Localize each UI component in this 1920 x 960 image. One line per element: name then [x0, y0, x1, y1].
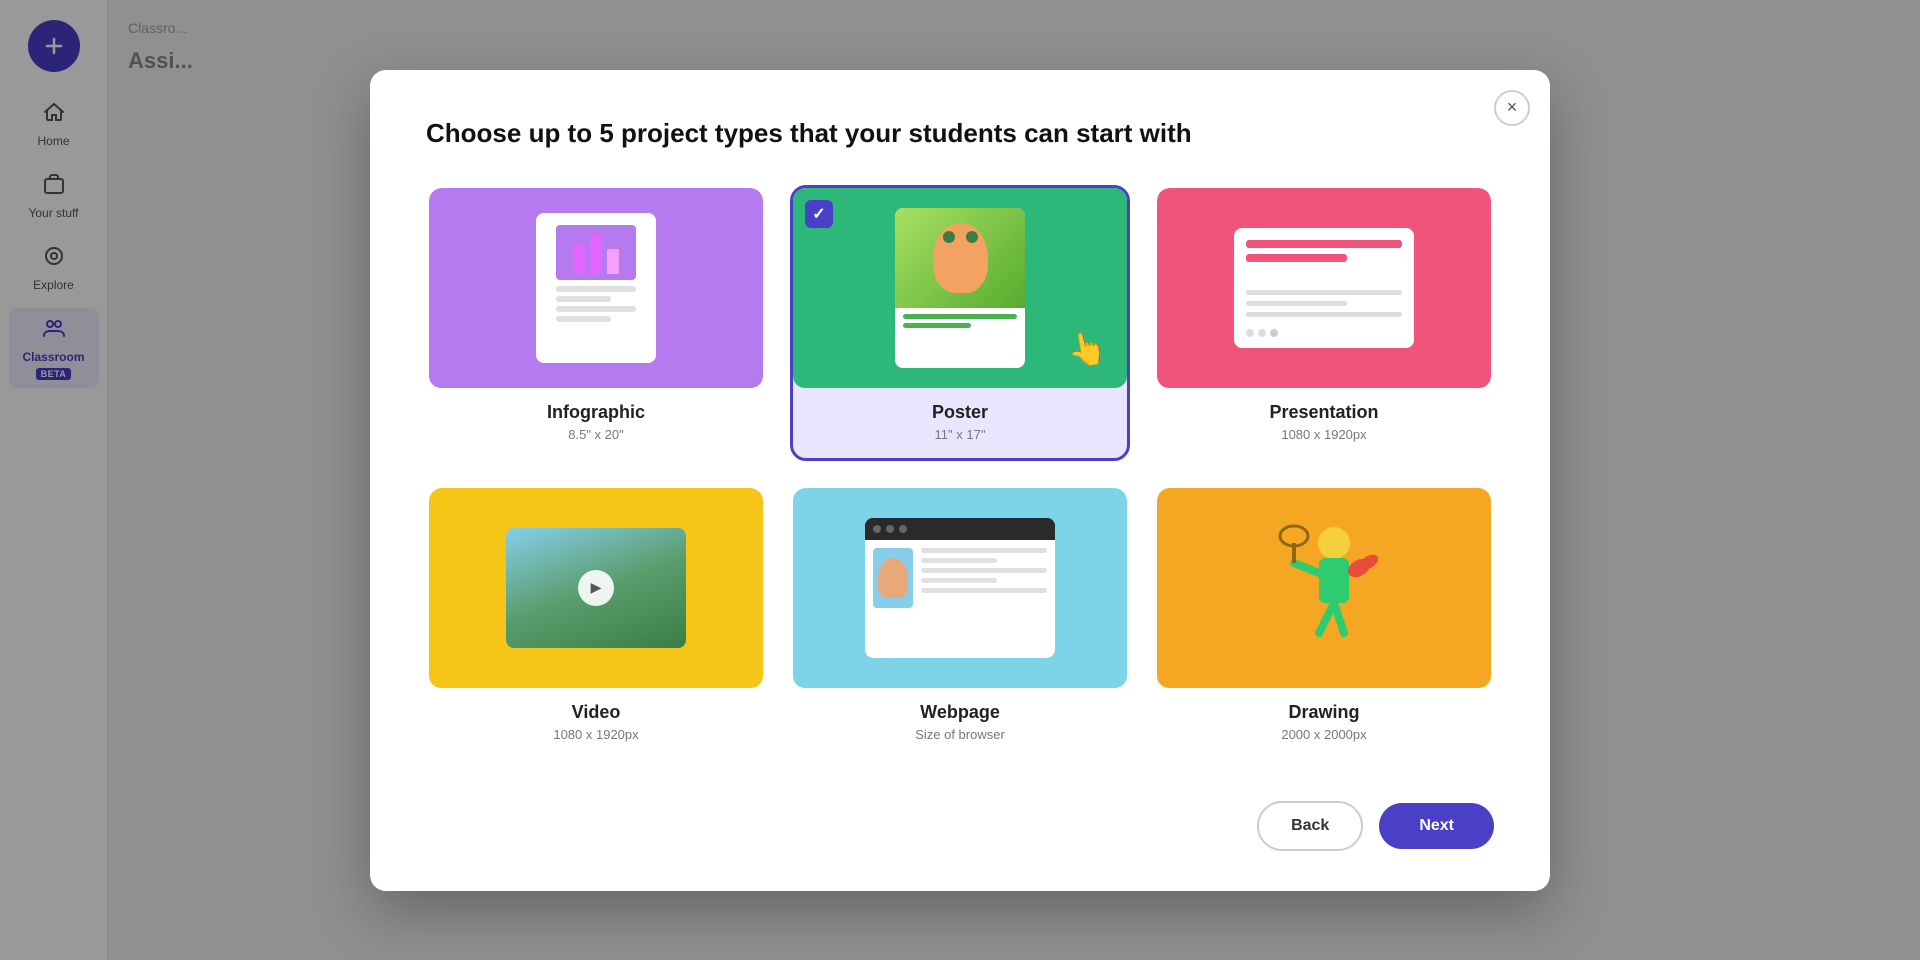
infographic-name: Infographic	[429, 402, 763, 423]
project-type-grid: Infographic 8.5" x 20" ✓	[426, 185, 1494, 761]
project-card-video[interactable]: ▶ Video 1080 x 1920px	[426, 485, 766, 761]
modal-dialog: × Choose up to 5 project types that your…	[370, 70, 1550, 891]
project-card-drawing[interactable]: Drawing 2000 x 2000px	[1154, 485, 1494, 761]
webpage-preview	[793, 488, 1127, 688]
project-card-poster[interactable]: ✓ 👆	[790, 185, 1130, 461]
modal-title: Choose up to 5 project types that your s…	[426, 118, 1494, 149]
poster-preview: ✓ 👆	[793, 188, 1127, 388]
presentation-size: 1080 x 1920px	[1157, 427, 1491, 442]
modal-overlay: × Choose up to 5 project types that your…	[0, 0, 1920, 960]
presentation-name: Presentation	[1157, 402, 1491, 423]
poster-name: Poster	[793, 402, 1127, 423]
poster-size: 11" x 17"	[793, 427, 1127, 442]
presentation-preview	[1157, 188, 1491, 388]
play-icon: ▶	[578, 570, 614, 606]
infographic-size: 8.5" x 20"	[429, 427, 763, 442]
project-card-webpage[interactable]: Webpage Size of browser	[790, 485, 1130, 761]
project-card-presentation[interactable]: Presentation 1080 x 1920px	[1154, 185, 1494, 461]
infographic-preview	[429, 188, 763, 388]
cursor-icon: 👆	[1064, 326, 1110, 370]
webpage-name: Webpage	[793, 702, 1127, 723]
selected-checkmark: ✓	[805, 200, 833, 228]
project-card-infographic[interactable]: Infographic 8.5" x 20"	[426, 185, 766, 461]
back-button[interactable]: Back	[1257, 801, 1363, 851]
next-button[interactable]: Next	[1379, 803, 1494, 849]
drawing-preview	[1157, 488, 1491, 688]
video-preview: ▶	[429, 488, 763, 688]
video-size: 1080 x 1920px	[429, 727, 763, 742]
drawing-name: Drawing	[1157, 702, 1491, 723]
video-name: Video	[429, 702, 763, 723]
modal-footer: Back Next	[426, 801, 1494, 851]
modal-close-button[interactable]: ×	[1494, 90, 1530, 126]
drawing-size: 2000 x 2000px	[1157, 727, 1491, 742]
webpage-size: Size of browser	[793, 727, 1127, 742]
close-icon: ×	[1507, 97, 1518, 118]
